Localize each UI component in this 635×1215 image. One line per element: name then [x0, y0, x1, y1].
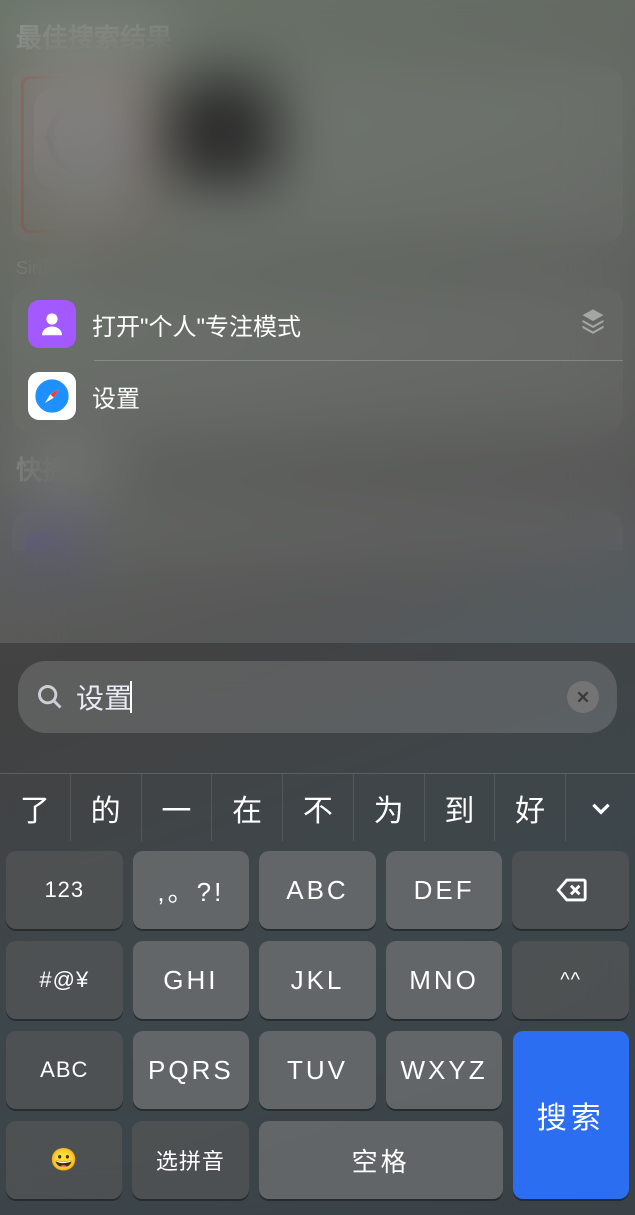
siri-suggestion-label: 设置	[92, 379, 140, 414]
candidate-bar: 了 的 一 在 不 为 到 好	[0, 773, 635, 841]
candidate-char[interactable]: 好	[494, 774, 565, 841]
candidate-char[interactable]: 了	[0, 774, 70, 841]
candidate-char[interactable]: 到	[424, 774, 495, 841]
key-backspace[interactable]	[512, 851, 629, 929]
close-icon	[575, 689, 591, 705]
safari-icon	[28, 372, 76, 420]
key-jkl[interactable]: JKL	[259, 941, 376, 1019]
key-wxyz[interactable]: WXYZ	[386, 1031, 503, 1109]
key-abc-switch[interactable]: ABC	[6, 1031, 123, 1109]
candidate-char[interactable]: 一	[141, 774, 212, 841]
candidate-char[interactable]: 为	[353, 774, 424, 841]
key-def[interactable]: DEF	[386, 851, 503, 929]
key-tone[interactable]: ^^	[512, 941, 629, 1019]
siri-suggestion-label: 打开"个人"专注模式	[92, 307, 301, 342]
key-space[interactable]: 空格	[259, 1121, 503, 1199]
candidate-char[interactable]: 不	[282, 774, 353, 841]
key-punctuation[interactable]: ,。?!	[133, 851, 250, 929]
key-symbols[interactable]: #@¥	[6, 941, 123, 1019]
chevron-down-icon	[588, 795, 614, 821]
key-123[interactable]: 123	[6, 851, 123, 929]
search-input[interactable]: 设置	[76, 677, 555, 717]
key-mno[interactable]: MNO	[386, 941, 503, 1019]
candidate-char[interactable]: 的	[70, 774, 141, 841]
keyboard: 123 ,。?! ABC DEF #@¥ GHI JKL MNO ^^ ABC …	[0, 841, 635, 1215]
expand-candidates-button[interactable]	[565, 774, 635, 841]
person-icon	[28, 300, 76, 348]
backspace-icon	[554, 873, 588, 907]
search-icon	[36, 683, 64, 711]
key-emoji[interactable]: 😀	[6, 1121, 122, 1199]
key-switch-pinyin[interactable]: 选拼音	[132, 1121, 248, 1199]
text-caret	[130, 681, 132, 713]
key-ghi[interactable]: GHI	[133, 941, 250, 1019]
siri-suggestion-settings[interactable]: 设置	[12, 360, 623, 432]
key-pqrs[interactable]: PQRS	[133, 1031, 250, 1109]
siri-suggestion-focus-mode[interactable]: 打开"个人"专注模式	[12, 288, 623, 360]
search-field[interactable]: 设置	[18, 661, 617, 733]
clear-search-button[interactable]	[567, 681, 599, 713]
candidate-char[interactable]: 在	[211, 774, 282, 841]
key-search[interactable]: 搜索	[513, 1031, 629, 1199]
key-abc[interactable]: ABC	[259, 851, 376, 929]
key-tuv[interactable]: TUV	[259, 1031, 376, 1109]
stack-icon	[579, 307, 607, 342]
keyboard-and-search-area: 设置 了 的 一 在 不 为 到 好 123 ,。?! ABC DEF	[0, 643, 635, 1215]
